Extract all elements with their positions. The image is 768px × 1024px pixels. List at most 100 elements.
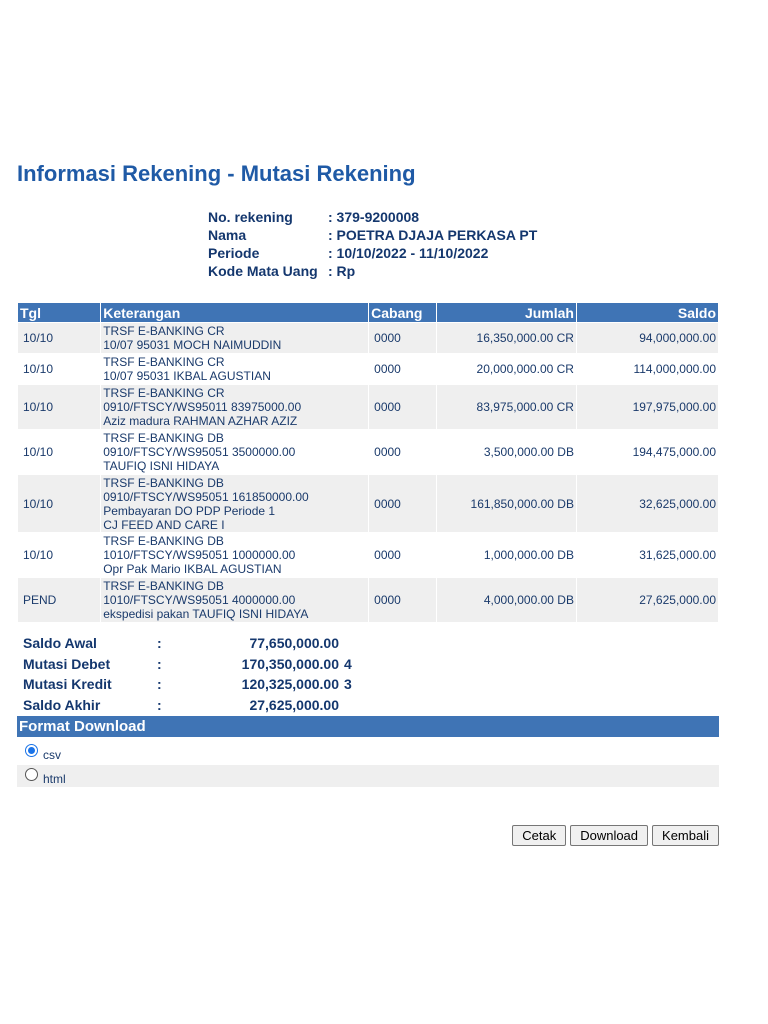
keterangan-line: TRSF E-BANKING DB xyxy=(103,579,224,593)
cell-tgl: 10/10 xyxy=(18,430,101,474)
format-option-csv[interactable]: csv xyxy=(17,741,719,763)
cell-jumlah: 83,975,000.00 CR xyxy=(436,385,576,429)
summary-mutasi-debet: Mutasi Debet : 170,350,000.00 4 xyxy=(23,654,352,675)
keterangan-line: TRSF E-BANKING CR xyxy=(103,386,225,400)
keterangan-line: 0910/FTSCY/WS95011 83975000.00 xyxy=(103,400,302,414)
keterangan-line: CJ FEED AND CARE I xyxy=(103,517,225,532)
header-cabang: Cabang xyxy=(369,303,436,322)
info-value: : 10/10/2022 - 11/10/2022 xyxy=(328,245,489,261)
info-row-account-number: No. rekening : 379-9200008 xyxy=(208,208,537,226)
keterangan-line: 0910/FTSCY/WS95051 3500000.00 xyxy=(103,445,296,459)
summary-mutasi-kredit: Mutasi Kredit : 120,325,000.00 3 xyxy=(23,674,352,695)
balance-summary: Saldo Awal : 77,650,000.00 Mutasi Debet … xyxy=(23,633,352,715)
format-download-header: Format Download xyxy=(17,716,719,737)
info-row-currency: Kode Mata Uang : Rp xyxy=(208,262,537,280)
summary-value: 27,625,000.00 xyxy=(249,696,339,713)
summary-count: 3 xyxy=(344,676,352,692)
keterangan-line: TRSF E-BANKING DB xyxy=(103,475,224,490)
cell-jumlah: 1,000,000.00 DB xyxy=(436,533,576,577)
cell-keterangan: TRSF E-BANKING CR 10/07 95031 IKBAL AGUST… xyxy=(101,354,369,384)
keterangan-line: Pembayaran DO PDP Periode 1 xyxy=(103,503,276,518)
cetak-button[interactable]: Cetak xyxy=(512,825,567,846)
cell-saldo: 197,975,000.00 xyxy=(576,385,718,429)
html-radio[interactable] xyxy=(25,767,38,781)
cell-cabang: 0000 xyxy=(369,533,436,577)
summary-value: 77,650,000.00 xyxy=(249,635,339,651)
info-label: Nama xyxy=(208,227,247,243)
cell-keterangan: TRSF E-BANKING DB 0910/FTSCY/WS95051 3500… xyxy=(101,430,369,474)
summary-colon: : xyxy=(157,635,162,651)
cell-jumlah: 16,350,000.00 CR xyxy=(436,323,576,353)
cell-tgl: 10/10 xyxy=(18,533,101,577)
keterangan-line: TRSF E-BANKING CR xyxy=(103,355,225,369)
download-button[interactable]: Download xyxy=(570,825,649,846)
cell-tgl: PEND xyxy=(18,578,101,622)
header-keterangan: Keterangan xyxy=(101,303,369,322)
summary-label: Saldo Awal xyxy=(23,635,97,651)
header-tgl: Tgl xyxy=(18,303,101,322)
account-info: No. rekening : 379-9200008 Nama : POETRA… xyxy=(208,208,537,280)
summary-count: 4 xyxy=(344,655,352,672)
cell-keterangan: TRSF E-BANKING DB 0910/FTSCY/WS95051 1618… xyxy=(101,475,369,532)
info-value: : 379-9200008 xyxy=(328,209,420,225)
summary-colon: : xyxy=(157,655,162,672)
cell-saldo: 194,475,000.00 xyxy=(576,430,718,474)
cell-jumlah: 3,500,000.00 DB xyxy=(436,430,576,474)
cell-saldo: 32,625,000.00 xyxy=(576,475,718,532)
summary-label: Saldo Akhir xyxy=(23,696,101,713)
page-title: Informasi Rekening - Mutasi Rekening xyxy=(17,161,416,186)
keterangan-line: TRSF E-BANKING DB xyxy=(103,534,224,548)
keterangan-line: ekspedisi pakan TAUFIQ ISNI HIDAYA xyxy=(103,607,309,621)
cell-cabang: 0000 xyxy=(369,354,436,384)
table-header-row: Tgl Keterangan Cabang Jumlah Saldo xyxy=(18,303,718,322)
info-row-name: Nama : POETRA DJAJA PERKASA PT xyxy=(208,226,537,244)
table-row: PEND TRSF E-BANKING DB 1010/FTSCY/WS95051 … xyxy=(18,578,718,622)
table-row: 10/10 TRSF E-BANKING CR 0910/FTSCY/WS95011… xyxy=(18,385,718,429)
kembali-button[interactable]: Kembali xyxy=(652,825,719,846)
table-row: 10/10 TRSF E-BANKING DB 0910/FTSCY/WS95051… xyxy=(18,475,718,532)
cell-keterangan: TRSF E-BANKING DB 1010/FTSCY/WS95051 4000… xyxy=(101,578,369,622)
keterangan-line: 0910/FTSCY/WS95051 161850000.00 xyxy=(103,489,309,504)
cell-keterangan: TRSF E-BANKING CR 0910/FTSCY/WS95011 8397… xyxy=(101,385,369,429)
info-row-period: Periode : 10/10/2022 - 11/10/2022 xyxy=(208,244,537,262)
info-value: : POETRA DJAJA PERKASA PT xyxy=(328,227,538,243)
cell-keterangan: TRSF E-BANKING CR 10/07 95031 MOCH NAIMUD… xyxy=(101,323,369,353)
summary-label: Mutasi Kredit xyxy=(23,676,112,692)
cell-jumlah: 20,000,000.00 CR xyxy=(436,354,576,384)
format-option-label: csv xyxy=(43,748,61,762)
csv-radio[interactable] xyxy=(25,743,38,757)
cell-cabang: 0000 xyxy=(369,578,436,622)
cell-cabang: 0000 xyxy=(369,323,436,353)
cell-keterangan: TRSF E-BANKING DB 1010/FTSCY/WS95051 1000… xyxy=(101,533,369,577)
cell-tgl: 10/10 xyxy=(18,323,101,353)
header-jumlah: Jumlah xyxy=(436,303,576,322)
summary-label: Mutasi Debet xyxy=(23,655,111,672)
cell-jumlah: 4,000,000.00 DB xyxy=(436,578,576,622)
keterangan-line: 1010/FTSCY/WS95051 1000000.00 xyxy=(103,548,296,562)
info-label: Periode xyxy=(208,245,260,261)
cell-saldo: 27,625,000.00 xyxy=(576,578,718,622)
cell-cabang: 0000 xyxy=(369,475,436,532)
format-option-html[interactable]: html xyxy=(17,765,719,787)
keterangan-line: Aziz madura RAHMAN AZHAR AZIZ xyxy=(103,414,298,428)
cell-saldo: 31,625,000.00 xyxy=(576,533,718,577)
header-saldo: Saldo xyxy=(576,303,718,322)
info-label: No. rekening xyxy=(208,209,293,225)
cell-jumlah: 161,850,000.00 DB xyxy=(436,475,576,532)
table-row: 10/10 TRSF E-BANKING CR 10/07 95031 MOCH N… xyxy=(18,323,718,353)
keterangan-line: 10/07 95031 MOCH NAIMUDDIN xyxy=(103,338,282,352)
cell-tgl: 10/10 xyxy=(18,475,101,532)
summary-saldo-awal: Saldo Awal : 77,650,000.00 xyxy=(23,633,352,654)
table-row: 10/10 TRSF E-BANKING DB 1010/FTSCY/WS95051… xyxy=(18,533,718,577)
info-label: Kode Mata Uang xyxy=(208,263,318,279)
summary-value: 170,350,000.00 xyxy=(241,655,339,672)
summary-colon: : xyxy=(157,696,162,713)
cell-cabang: 0000 xyxy=(369,430,436,474)
keterangan-line: TRSF E-BANKING DB xyxy=(103,431,224,445)
keterangan-line: 10/07 95031 IKBAL AGUSTIAN xyxy=(103,369,271,383)
cell-saldo: 114,000,000.00 xyxy=(576,354,718,384)
keterangan-line: Opr Pak Mario IKBAL AGUSTIAN xyxy=(103,562,282,576)
transactions-table: Tgl Keterangan Cabang Jumlah Saldo 10/10… xyxy=(17,302,719,623)
summary-value: 120,325,000.00 xyxy=(241,676,339,692)
keterangan-line: TRSF E-BANKING CR xyxy=(103,324,225,338)
